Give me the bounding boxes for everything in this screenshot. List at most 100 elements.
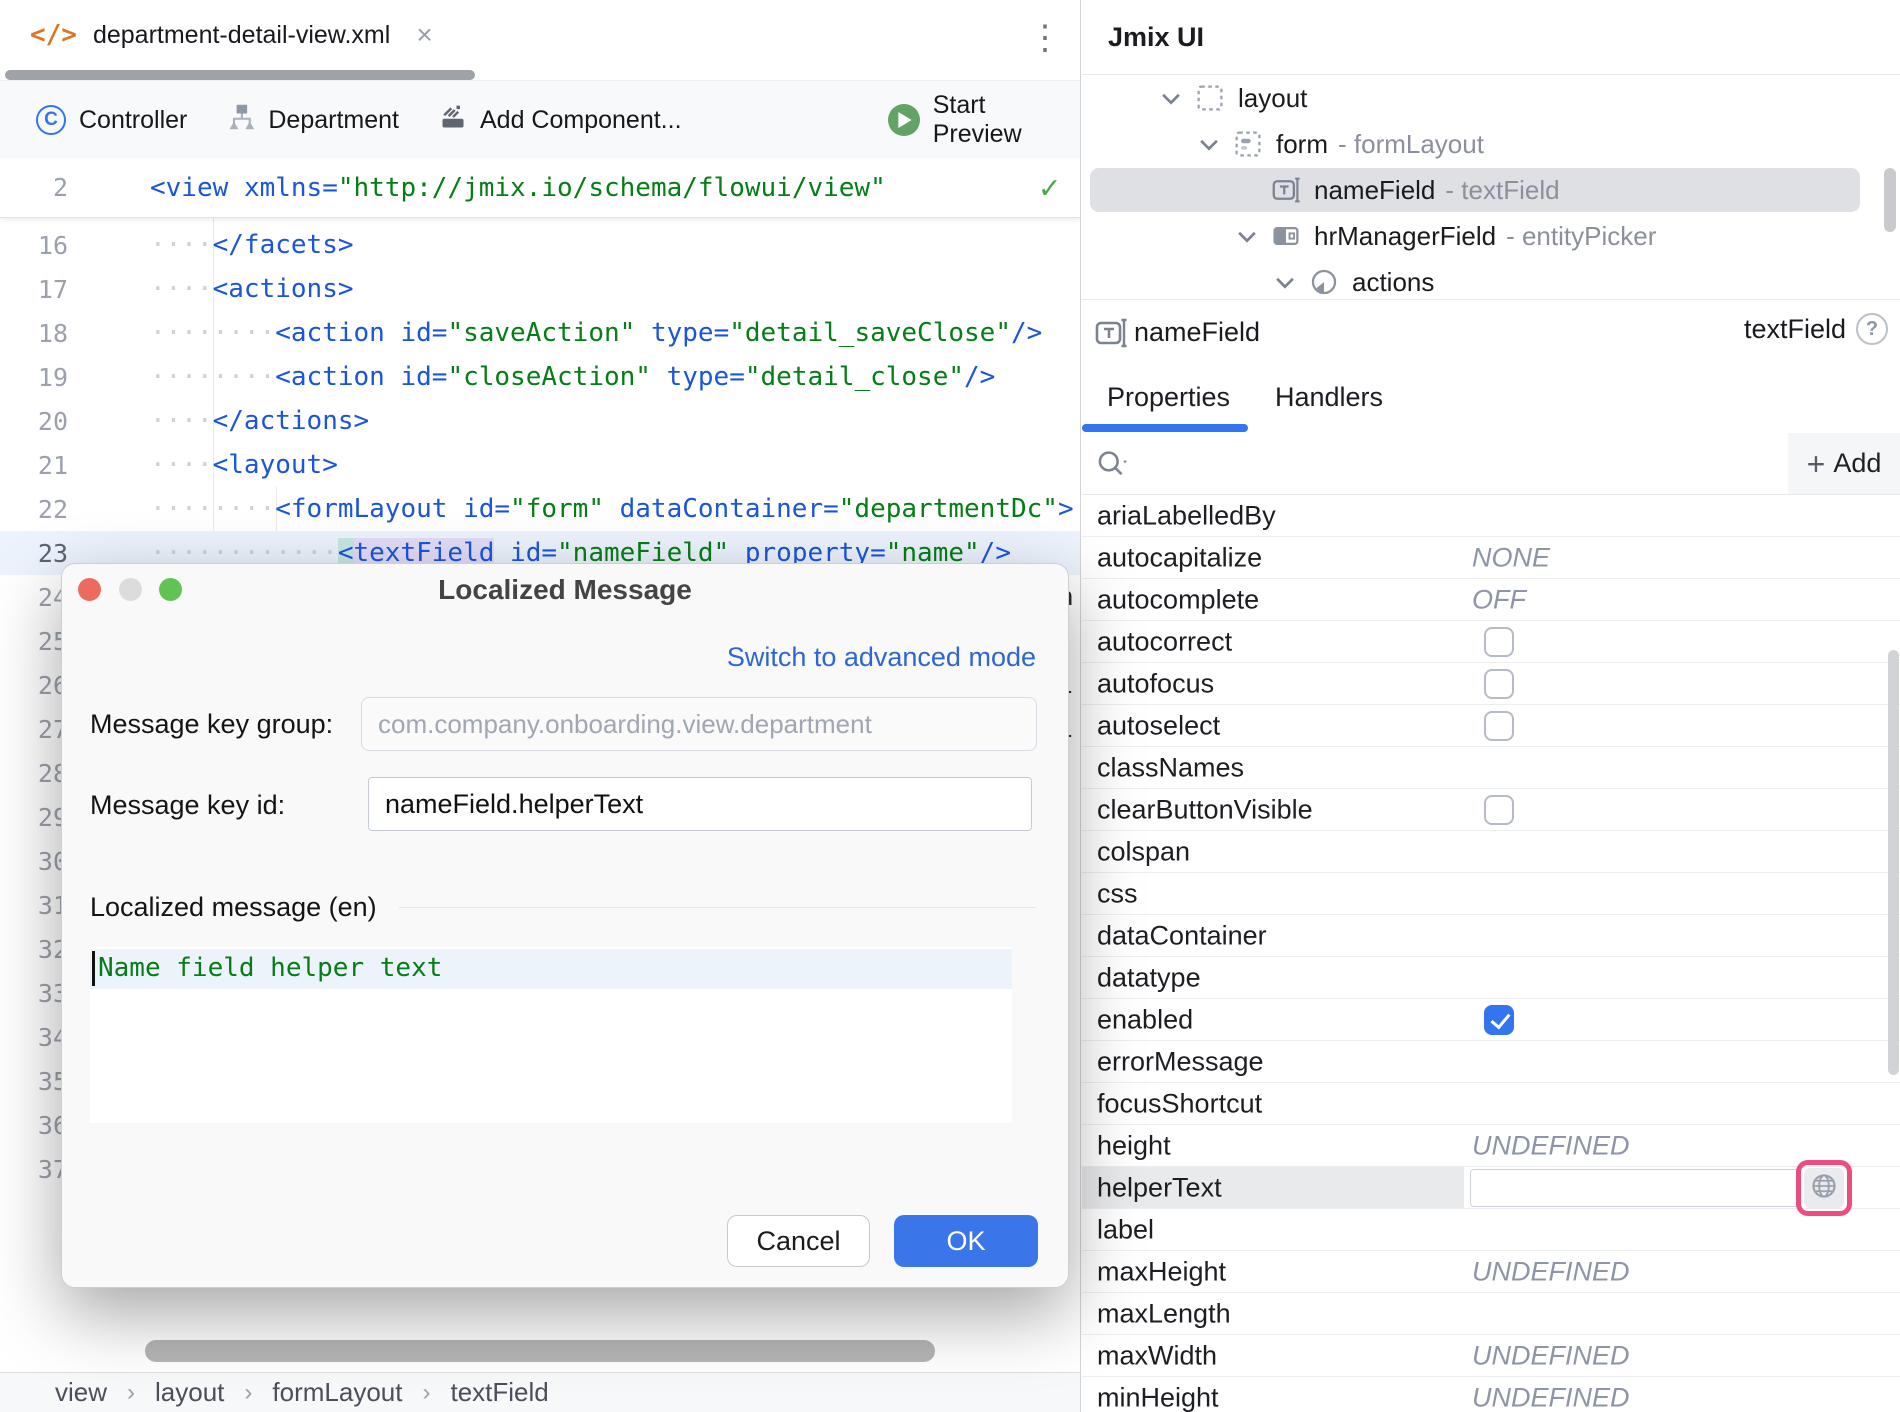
property-row-colspan[interactable]: colspan xyxy=(1082,831,1900,873)
property-checkbox[interactable] xyxy=(1484,1005,1514,1035)
property-checkbox[interactable] xyxy=(1484,711,1514,741)
tree-item-nameField[interactable]: nameField- textField xyxy=(1082,167,1900,213)
property-row-autocapitalize[interactable]: autocapitalizeNONE xyxy=(1082,537,1900,579)
code-token: dataContainer xyxy=(620,494,824,524)
property-label: enabled xyxy=(1097,1004,1193,1035)
code-line[interactable]: 20····</actions> xyxy=(0,399,1081,443)
property-row-maxHeight[interactable]: maxHeightUNDEFINED xyxy=(1082,1251,1900,1293)
code-token: = xyxy=(432,318,448,348)
horizontal-scrollbar[interactable] xyxy=(145,1340,935,1362)
add-label: Add xyxy=(1833,448,1881,479)
property-row-minHeight[interactable]: minHeightUNDEFINED xyxy=(1082,1377,1900,1412)
helper-text-input[interactable] xyxy=(1470,1169,1800,1207)
tree-item-layout[interactable]: layout xyxy=(1082,75,1900,121)
property-row-datatype[interactable]: datatype xyxy=(1082,957,1900,999)
code-token: type xyxy=(667,362,730,392)
tree-scrollbar[interactable] xyxy=(1884,168,1896,232)
localized-message-editor[interactable]: Name field helper text xyxy=(90,947,1012,1123)
code-line[interactable]: 22········<formLayout id="form" dataCont… xyxy=(0,487,1081,531)
property-row-autofocus[interactable]: autofocus xyxy=(1082,663,1900,705)
property-row-maxWidth[interactable]: maxWidthUNDEFINED xyxy=(1082,1335,1900,1377)
help-icon[interactable]: ? xyxy=(1856,313,1888,345)
editor-menu-kebab-icon[interactable]: ⋮ xyxy=(1028,18,1062,58)
tab-handlers[interactable]: Handlers xyxy=(1275,382,1383,413)
property-row-classNames[interactable]: classNames xyxy=(1082,747,1900,789)
tree-item-name: form xyxy=(1276,129,1328,160)
actions-icon xyxy=(1310,268,1352,296)
code-token: "form" xyxy=(510,494,604,524)
property-label: autocorrect xyxy=(1097,626,1232,657)
code-token xyxy=(385,318,401,348)
tree-item-form[interactable]: form- formLayout xyxy=(1082,121,1900,167)
sticky-code-line[interactable]: 2 <view xmlns="http://jmix.io/schema/flo… xyxy=(0,158,1081,218)
ok-button[interactable]: OK xyxy=(894,1215,1038,1267)
code-line[interactable]: 18········<action id="saveAction" type="… xyxy=(0,311,1081,355)
line-number: 36 xyxy=(0,1111,68,1140)
property-row-enabled[interactable]: enabled xyxy=(1082,999,1900,1041)
property-checkbox[interactable] xyxy=(1484,795,1514,825)
property-row-dataContainer[interactable]: dataContainer xyxy=(1082,915,1900,957)
code-line[interactable]: 19········<action id="closeAction" type=… xyxy=(0,355,1081,399)
property-row-label[interactable]: label xyxy=(1082,1209,1900,1251)
tree-item-type: - entityPicker xyxy=(1506,221,1656,252)
tree-item-actions[interactable]: actions xyxy=(1082,259,1900,299)
chevron-down-icon[interactable] xyxy=(1198,136,1234,152)
property-label: maxLength xyxy=(1097,1298,1231,1329)
code-text: ········<action id="closeAction" type="d… xyxy=(150,362,995,392)
code-text: ····<actions> xyxy=(150,274,354,304)
property-row-autoselect[interactable]: autoselect xyxy=(1082,705,1900,747)
localized-message-label: Localized message (en) xyxy=(90,892,377,923)
code-line[interactable]: 17····<actions> xyxy=(0,267,1081,311)
tree-item-hrManagerField[interactable]: hrManagerField- entityPicker xyxy=(1082,213,1900,259)
message-key-id-field[interactable] xyxy=(368,777,1032,831)
entitypicker-icon xyxy=(1272,222,1314,250)
tree-item-name: actions xyxy=(1352,267,1434,298)
property-row-helperText[interactable]: helperText xyxy=(1082,1167,1900,1209)
component-tree: layoutform- formLayoutnameField- textFie… xyxy=(1082,75,1900,299)
line-number: 31 xyxy=(0,891,68,920)
department-entity-button[interactable]: Department xyxy=(227,103,399,138)
code-token: <formLayout xyxy=(275,494,447,524)
breadcrumb-item-view[interactable]: view xyxy=(55,1377,107,1408)
line-number: 32 xyxy=(0,935,68,964)
property-row-focusShortcut[interactable]: focusShortcut xyxy=(1082,1083,1900,1125)
code-text: ········<action id="saveAction" type="de… xyxy=(150,318,1042,348)
line-number: 34 xyxy=(0,1023,68,1052)
start-preview-button[interactable]: Start Preview xyxy=(888,91,1080,149)
switch-advanced-mode-link[interactable]: Switch to advanced mode xyxy=(727,642,1036,673)
layout-icon xyxy=(1196,84,1238,112)
property-row-ariaLabelledBy[interactable]: ariaLabelledBy xyxy=(1082,495,1900,537)
code-line[interactable]: 16····</facets> xyxy=(0,223,1081,267)
search-input[interactable] xyxy=(1146,439,1776,487)
breadcrumb-item-layout[interactable]: layout xyxy=(155,1377,224,1408)
tab-department-detail-view[interactable]: </> department-detail-view.xml × xyxy=(30,0,433,70)
add-component-label: Add Component... xyxy=(480,106,682,135)
code-token: "http://jmix.io/schema/flowui/view" xyxy=(338,173,886,203)
cancel-button[interactable]: Cancel xyxy=(727,1215,870,1267)
tab-close-icon[interactable]: × xyxy=(416,19,432,51)
chevron-down-icon[interactable] xyxy=(1236,228,1272,244)
search-icon xyxy=(1096,448,1130,485)
property-checkbox[interactable] xyxy=(1484,627,1514,657)
controller-button[interactable]: C Controller xyxy=(36,105,187,135)
code-line[interactable]: 21····<layout> xyxy=(0,443,1081,487)
properties-scrollbar[interactable] xyxy=(1888,650,1899,1075)
add-property-button[interactable]: + Add xyxy=(1788,433,1900,494)
property-row-css[interactable]: css xyxy=(1082,873,1900,915)
property-row-autocorrect[interactable]: autocorrect xyxy=(1082,621,1900,663)
breadcrumb-item-textField[interactable]: textField xyxy=(450,1377,548,1408)
property-row-autocomplete[interactable]: autocompleteOFF xyxy=(1082,579,1900,621)
property-row-height[interactable]: heightUNDEFINED xyxy=(1082,1125,1900,1167)
property-row-errorMessage[interactable]: errorMessage xyxy=(1082,1041,1900,1083)
property-row-clearButtonVisible[interactable]: clearButtonVisible xyxy=(1082,789,1900,831)
tab-properties[interactable]: Properties xyxy=(1107,382,1230,413)
textfield-icon xyxy=(1095,317,1127,354)
breadcrumb-item-formLayout[interactable]: formLayout xyxy=(272,1377,402,1408)
localize-button[interactable] xyxy=(1804,1168,1844,1208)
chevron-down-icon[interactable] xyxy=(1160,90,1196,106)
chevron-down-icon[interactable] xyxy=(1274,274,1310,290)
message-key-group-field[interactable] xyxy=(361,697,1037,751)
add-component-button[interactable]: Add Component... xyxy=(439,103,682,138)
property-row-maxLength[interactable]: maxLength xyxy=(1082,1293,1900,1335)
property-checkbox[interactable] xyxy=(1484,669,1514,699)
